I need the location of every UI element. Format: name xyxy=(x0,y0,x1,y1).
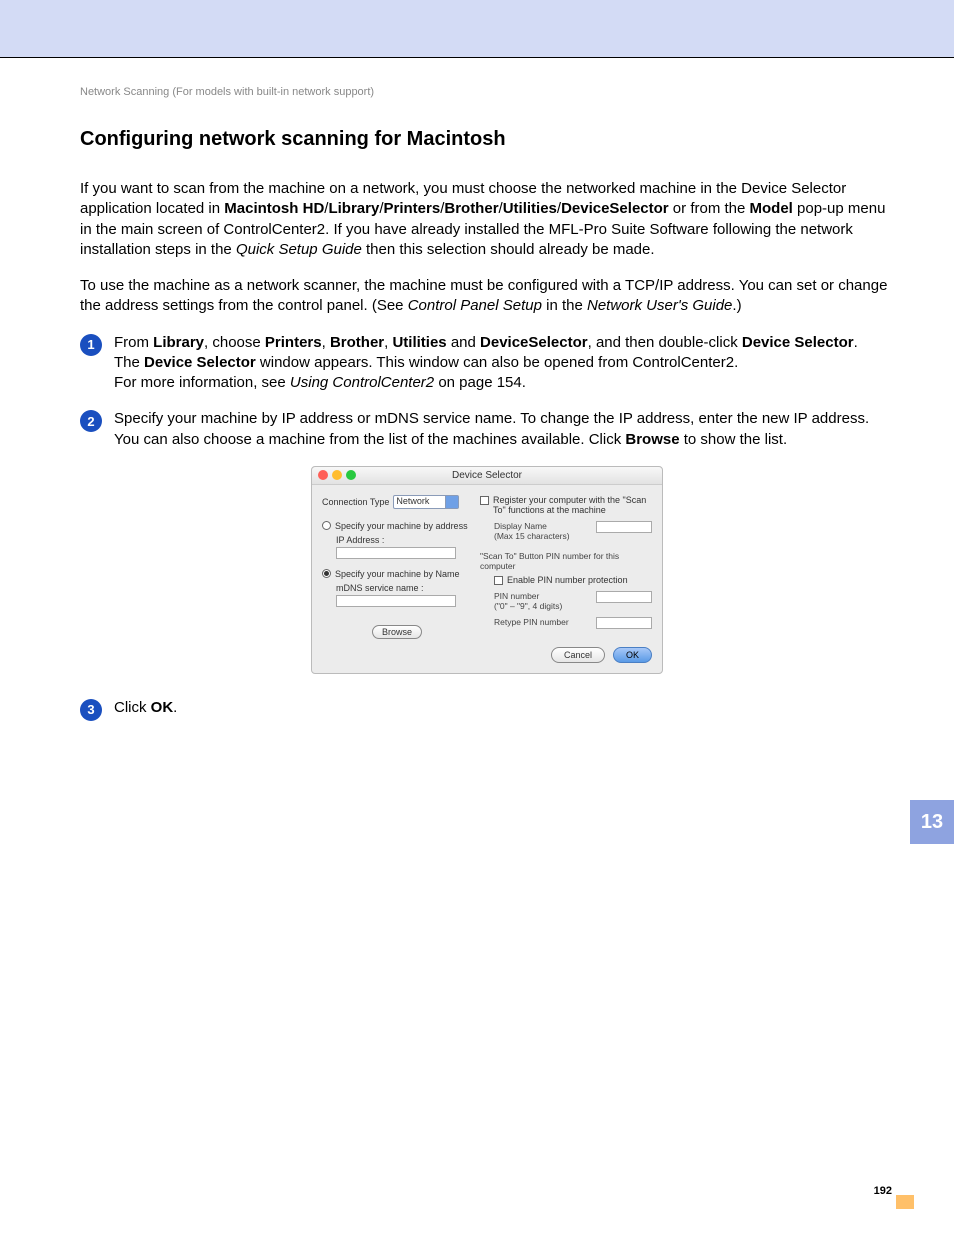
step-1-line-3: For more information, see Using ControlC… xyxy=(114,373,894,393)
by-name-label: Specify your machine by Name xyxy=(335,569,460,579)
device-selector-dialog: Device Selector Connection Type Network … xyxy=(311,466,663,674)
by-address-label: Specify your machine by address xyxy=(335,521,468,531)
header-band xyxy=(0,0,954,58)
retype-pin-label: Retype PIN number xyxy=(494,617,590,627)
register-label: Register your computer with the "Scan To… xyxy=(493,495,652,515)
display-name-label: Display Name xyxy=(494,521,547,531)
connection-type-select[interactable]: Network xyxy=(393,495,459,509)
step-3-line-1: Click OK. xyxy=(114,698,894,718)
page-indicator xyxy=(896,1195,914,1209)
dialog-titlebar: Device Selector xyxy=(312,467,662,485)
step-2-line-2: You can also choose a machine from the l… xyxy=(114,430,894,450)
connection-type-label: Connection Type xyxy=(322,497,389,507)
mdns-label: mDNS service name : xyxy=(322,583,472,593)
minimize-icon[interactable] xyxy=(332,470,342,480)
pin-section-label: "Scan To" Button PIN number for this com… xyxy=(480,551,652,571)
close-icon[interactable] xyxy=(318,470,328,480)
step-bullet-3: 3 xyxy=(80,699,102,721)
browse-button[interactable]: Browse xyxy=(372,625,422,639)
display-name-input[interactable] xyxy=(596,521,652,533)
pin-number-input[interactable] xyxy=(596,591,652,603)
pin-number-label: PIN number xyxy=(494,591,539,601)
step-3: 3 Click OK. xyxy=(80,698,894,721)
retype-pin-input[interactable] xyxy=(596,617,652,629)
display-name-hint: (Max 15 characters) xyxy=(494,531,570,541)
register-checkbox[interactable] xyxy=(480,496,489,505)
step-1-line-1: From Library, choose Printers, Brother, … xyxy=(114,333,894,353)
second-paragraph: To use the machine as a network scanner,… xyxy=(80,276,894,317)
zoom-icon[interactable] xyxy=(346,470,356,480)
step-2-line-1: Specify your machine by IP address or mD… xyxy=(114,409,894,429)
radio-by-address[interactable] xyxy=(322,521,331,530)
ip-address-input[interactable] xyxy=(336,547,456,559)
chapter-tab: 13 xyxy=(910,800,954,844)
step-bullet-1: 1 xyxy=(80,334,102,356)
cancel-button[interactable]: Cancel xyxy=(551,647,605,663)
step-2: 2 Specify your machine by IP address or … xyxy=(80,409,894,450)
page-number: 192 xyxy=(874,1185,892,1197)
enable-pin-label: Enable PIN number protection xyxy=(507,575,628,585)
enable-pin-checkbox[interactable] xyxy=(494,576,503,585)
section-title: Configuring network scanning for Macinto… xyxy=(80,128,894,151)
intro-paragraph: If you want to scan from the machine on … xyxy=(80,179,894,260)
dialog-title: Device Selector xyxy=(452,470,522,481)
ok-button[interactable]: OK xyxy=(613,647,652,663)
pin-hint: ("0" – "9", 4 digits) xyxy=(494,601,562,611)
mdns-input[interactable] xyxy=(336,595,456,607)
step-bullet-2: 2 xyxy=(80,410,102,432)
step-1-line-2: The Device Selector window appears. This… xyxy=(114,353,894,373)
breadcrumb: Network Scanning (For models with built-… xyxy=(80,86,894,98)
ip-address-label: IP Address : xyxy=(322,535,472,545)
step-1: 1 From Library, choose Printers, Brother… xyxy=(80,333,894,394)
radio-by-name[interactable] xyxy=(322,569,331,578)
